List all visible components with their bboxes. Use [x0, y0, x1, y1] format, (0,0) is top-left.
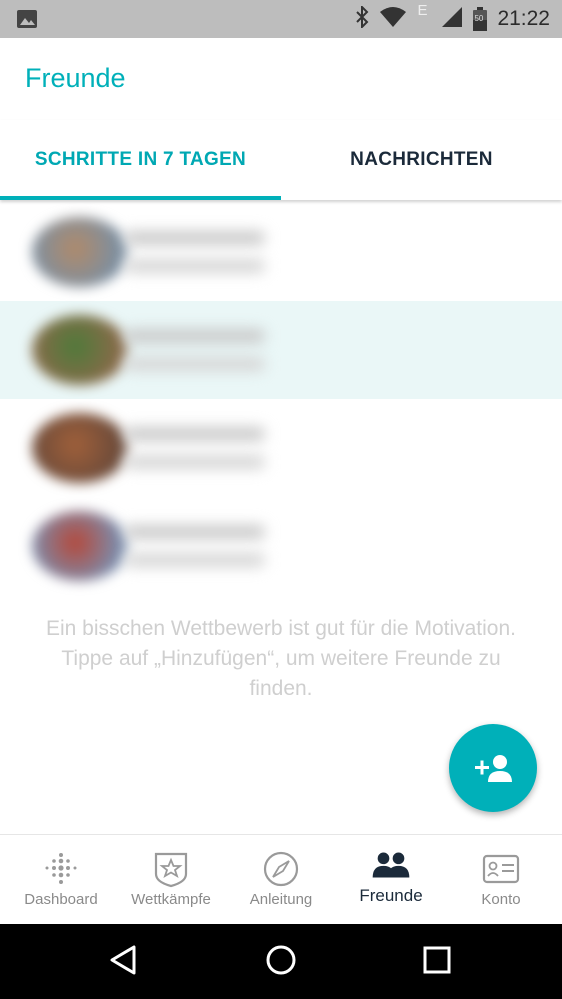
nav-label-challenges: Wettkämpfe [131, 891, 211, 908]
tab-selected-indicator [0, 196, 281, 200]
recents-button[interactable] [417, 942, 457, 982]
empty-state-hint: Ein bisschen Wettbewerb ist gut für die … [45, 617, 516, 700]
status-clock: 21:22 [497, 7, 550, 30]
friend-avatar [32, 413, 128, 483]
wifi-icon [379, 6, 407, 33]
friend-steps-blurred [125, 553, 265, 567]
friend-row[interactable] [0, 301, 562, 399]
friend-name-blurred [125, 329, 265, 343]
nav-label-dashboard: Dashboard [24, 891, 98, 908]
nav-friends[interactable]: Freunde [335, 835, 447, 925]
friend-name-blurred [125, 525, 265, 539]
page-title: Freunde [25, 63, 126, 93]
dashboard-icon [41, 849, 81, 889]
friend-name-blurred [125, 427, 265, 441]
back-icon [109, 945, 139, 980]
challenges-icon [151, 849, 191, 889]
system-navigation-bar [0, 924, 562, 999]
gallery-icon [16, 9, 38, 29]
nav-label-guide: Anleitung [249, 891, 313, 908]
bottom-navigation: Dashboard Wettkämpfe Anleitung Freunde K… [0, 834, 562, 925]
tab-bar: SCHRITTE IN 7 TAGEN NACHRICHTEN [0, 120, 562, 200]
status-bar: E 50 21:22 [0, 0, 562, 38]
friend-steps-blurred [125, 455, 265, 469]
nav-challenges[interactable]: Wettkämpfe [115, 835, 227, 925]
friends-icon [371, 845, 411, 885]
friend-name-blurred [125, 231, 265, 245]
home-button[interactable] [261, 942, 301, 982]
friends-list [0, 203, 562, 595]
friend-steps-blurred [125, 259, 265, 273]
friend-avatar [32, 511, 128, 581]
home-icon [265, 944, 297, 981]
friend-row[interactable] [0, 497, 562, 595]
tab-messages[interactable]: NACHRICHTEN [281, 120, 562, 200]
nav-dashboard[interactable]: Dashboard [5, 835, 117, 925]
compass-icon [261, 849, 301, 889]
cell-signal-icon [441, 6, 463, 33]
friend-row[interactable] [0, 399, 562, 497]
add-friend-icon [473, 753, 513, 783]
friend-avatar [32, 217, 128, 287]
back-button[interactable] [104, 942, 144, 982]
add-friend-button[interactable] [449, 724, 537, 812]
network-type: E [417, 2, 428, 19]
friend-row[interactable] [0, 203, 562, 301]
nav-account[interactable]: Konto [445, 835, 557, 925]
battery-icon: 50 [473, 7, 488, 31]
friend-steps-blurred [125, 357, 265, 371]
tab-steps-7-days[interactable]: SCHRITTE IN 7 TAGEN [0, 120, 281, 200]
app-bar: Freunde [0, 38, 562, 120]
nav-label-account: Konto [481, 891, 521, 908]
recents-icon [423, 946, 451, 979]
account-icon [481, 849, 521, 889]
friend-avatar [32, 315, 128, 385]
bluetooth-icon [355, 4, 369, 33]
battery-level: 50 [474, 14, 484, 23]
nav-label-friends: Freunde [359, 886, 423, 905]
nav-guide[interactable]: Anleitung [225, 835, 337, 925]
